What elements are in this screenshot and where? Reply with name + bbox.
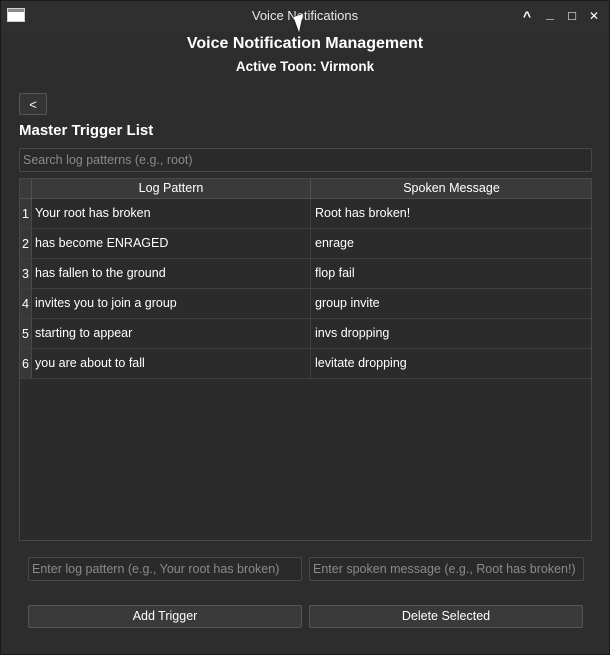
spoken-message-cell[interactable]: invs dropping: [310, 319, 592, 348]
shade-icon[interactable]: ^: [519, 7, 535, 25]
log-pattern-cell[interactable]: you are about to fall: [31, 349, 310, 378]
delete-selected-button[interactable]: Delete Selected: [309, 605, 583, 628]
table-row[interactable]: 3 has fallen to the ground flop fail: [20, 259, 591, 289]
maximize-icon[interactable]: □: [564, 7, 580, 25]
log-pattern-input[interactable]: Enter log pattern (e.g., Your root has b…: [28, 557, 302, 581]
trigger-table[interactable]: Log Pattern Spoken Message 1 Your root h…: [19, 178, 592, 541]
section-title: Master Trigger List: [19, 122, 154, 139]
log-pattern-cell[interactable]: has become ENRAGED: [31, 229, 310, 258]
table-row[interactable]: 4 invites you to join a group group invi…: [20, 289, 591, 319]
spoken-message-cell[interactable]: Root has broken!: [310, 199, 592, 228]
page-title: Voice Notification Management: [186, 35, 424, 52]
close-icon[interactable]: ✕: [586, 7, 602, 25]
spoken-message-input[interactable]: Enter spoken message (e.g., Root has bro…: [309, 557, 584, 581]
spoken-message-cell[interactable]: group invite: [310, 289, 592, 318]
log-pattern-cell[interactable]: starting to appear: [31, 319, 310, 348]
table-row[interactable]: 1 Your root has broken Root has broken!: [20, 199, 591, 229]
table-row[interactable]: 2 has become ENRAGED enrage: [20, 229, 591, 259]
table-row[interactable]: 6 you are about to fall levitate droppin…: [20, 349, 591, 379]
column-header-spoken-message[interactable]: Spoken Message: [310, 179, 592, 198]
search-input[interactable]: Search log patterns (e.g., root): [19, 148, 592, 172]
column-header-log-pattern[interactable]: Log Pattern: [31, 179, 310, 198]
spoken-message-cell[interactable]: enrage: [310, 229, 592, 258]
spoken-message-cell[interactable]: flop fail: [310, 259, 592, 288]
active-toon-label: Active Toon: Virmonk: [235, 59, 375, 74]
corner-header[interactable]: [20, 179, 31, 198]
table-row[interactable]: 5 starting to appear invs dropping: [20, 319, 591, 349]
log-pattern-cell[interactable]: invites you to join a group: [31, 289, 310, 318]
table-header: Log Pattern Spoken Message: [20, 179, 591, 199]
back-button[interactable]: <: [19, 93, 47, 115]
minimize-icon[interactable]: _: [542, 6, 558, 25]
log-pattern-cell[interactable]: has fallen to the ground: [31, 259, 310, 288]
add-trigger-button[interactable]: Add Trigger: [28, 605, 302, 628]
log-pattern-cell[interactable]: Your root has broken: [31, 199, 310, 228]
spoken-message-cell[interactable]: levitate dropping: [310, 349, 592, 378]
app-window: Voice Notifications ^ _ □ ✕ Voice Notifi…: [0, 0, 610, 655]
